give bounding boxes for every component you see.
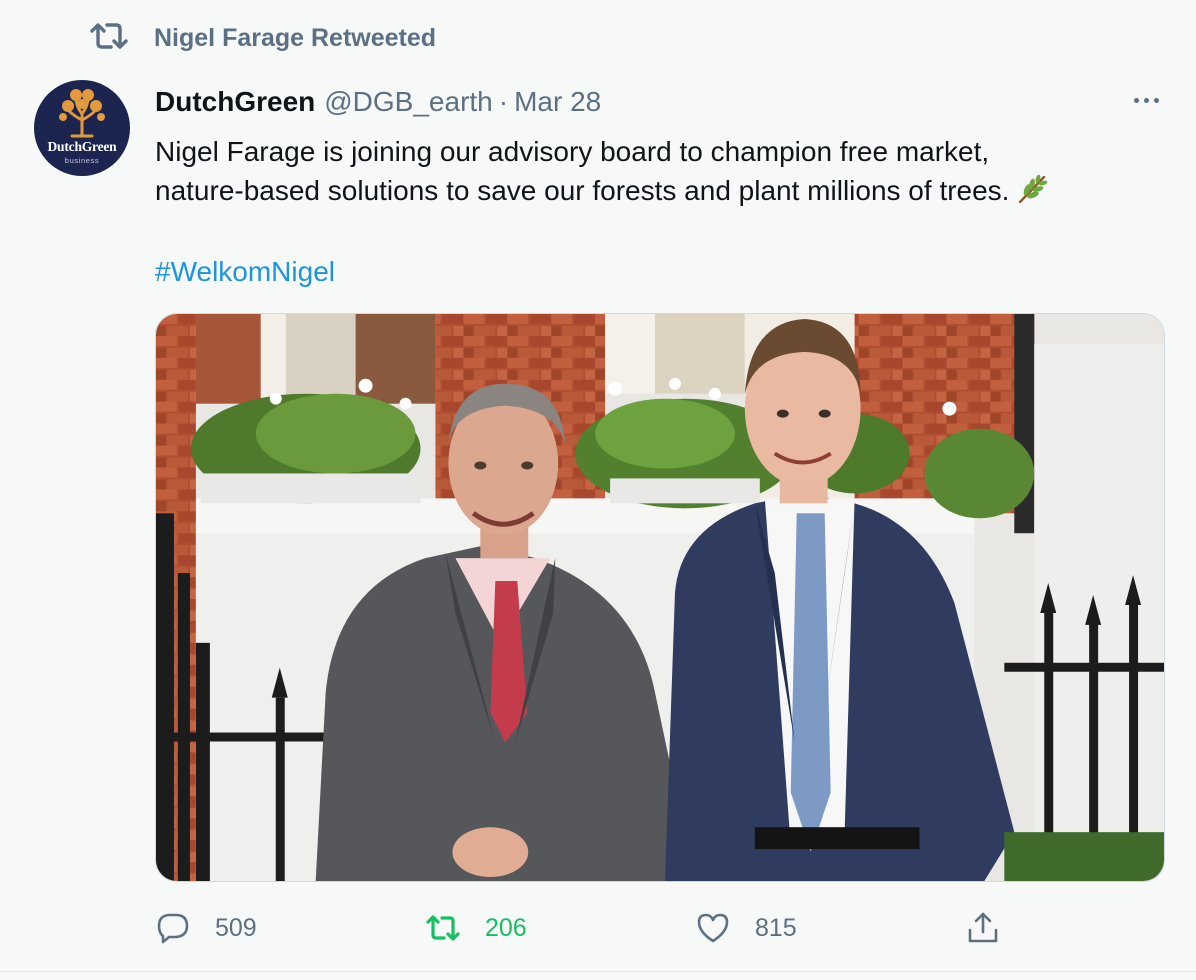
reply-button[interactable]: 509 xyxy=(155,904,257,952)
more-dot xyxy=(1153,97,1159,103)
more-dot xyxy=(1143,97,1149,103)
tweet-header: DutchGreen @DGB_earth · Mar 28 xyxy=(155,84,601,120)
retweet-button[interactable]: 206 xyxy=(425,904,527,952)
tweet-date[interactable]: Mar 28 xyxy=(514,86,601,118)
hashtag-link[interactable]: #WelkomNigel xyxy=(155,252,335,291)
share-icon xyxy=(968,912,998,943)
tree-logo-icon xyxy=(59,89,105,138)
herb-emoji-icon xyxy=(1019,174,1048,204)
header-separator: · xyxy=(498,86,509,117)
tweet-text-line-2-wrap: nature-based solutions to save our fores… xyxy=(155,171,1165,210)
like-button[interactable]: 815 xyxy=(695,904,797,952)
retweet-icon xyxy=(88,21,130,56)
like-count: 815 xyxy=(755,913,797,942)
avatar-brand-text: DutchGreen xyxy=(47,139,117,154)
retweet-count: 206 xyxy=(485,913,527,942)
heart-icon xyxy=(697,913,729,943)
author-display-name[interactable]: DutchGreen xyxy=(155,86,315,118)
avatar[interactable]: DutchGreen business xyxy=(34,80,130,176)
photo-illustration xyxy=(156,314,1164,881)
retweet-context-label[interactable]: Nigel Farage Retweeted xyxy=(154,24,436,53)
reply-count: 509 xyxy=(215,913,257,942)
tweet-divider xyxy=(0,971,1196,972)
more-options-button[interactable] xyxy=(1124,84,1168,116)
avatar-brand-subtext: business xyxy=(64,156,100,165)
tweet-text-line-1: Nigel Farage is joining our advisory boa… xyxy=(155,136,990,167)
tweet-photo[interactable] xyxy=(155,313,1165,882)
tweet-text-line-2: nature-based solutions to save our fores… xyxy=(155,175,1010,206)
author-handle[interactable]: @DGB_earth xyxy=(324,86,493,118)
share-button[interactable] xyxy=(965,904,1001,952)
retweet-icon xyxy=(426,915,460,941)
tweet-text: Nigel Farage is joining our advisory boa… xyxy=(155,132,1165,210)
reply-icon xyxy=(157,913,189,944)
more-dot xyxy=(1133,97,1139,103)
tweet-actions: 509 206 815 xyxy=(155,904,1165,952)
retweet-context[interactable]: Nigel Farage Retweeted xyxy=(88,22,436,54)
